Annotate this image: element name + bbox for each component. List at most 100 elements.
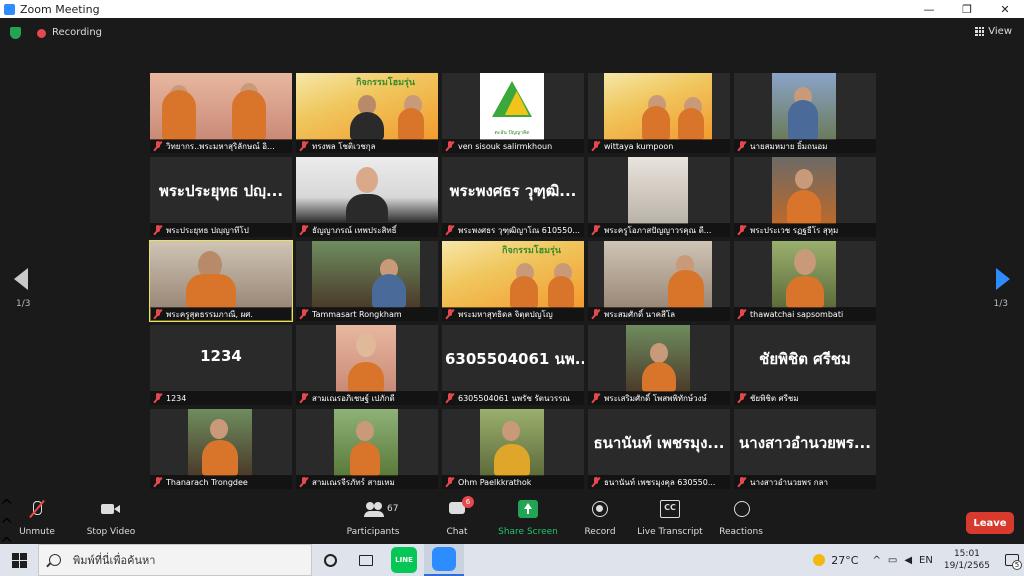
- participant-tile[interactable]: Ohm Paelkkrathok: [442, 409, 584, 489]
- participant-display-name: ชัยพิชิต ศรีชม: [759, 350, 851, 368]
- zoom-app-button[interactable]: [424, 544, 464, 576]
- participant-tile[interactable]: ธัญญาภรณ์ เทพประสิทธิ์: [296, 157, 438, 237]
- participant-video: [296, 157, 438, 224]
- participant-tile[interactable]: 1234 1234: [150, 325, 292, 405]
- participant-tile[interactable]: ตะลัน ปัญญาคิด ven sisouk salirmkhoun: [442, 73, 584, 153]
- close-button[interactable]: ✕: [986, 0, 1024, 18]
- leave-button[interactable]: Leave: [966, 512, 1014, 534]
- record-icon: [590, 500, 610, 518]
- muted-mic-icon: [153, 393, 163, 403]
- active-speaker-tile[interactable]: พระครูสุตธรรมภาณี, ผศ.: [149, 240, 293, 322]
- muted-mic-icon: [153, 309, 163, 319]
- reactions-button[interactable]: Reactions: [706, 500, 776, 537]
- participant-tile[interactable]: พระเสริมศักดิ์ โพสพพิทักษ์วงษ์: [588, 325, 730, 405]
- record-label: Record: [584, 527, 616, 537]
- logo-graphic: [504, 91, 529, 115]
- participant-display-name: พระพงศธร วุฑฺฒิ...: [449, 182, 577, 200]
- taskbar-clock[interactable]: 15:01 19/1/2565: [944, 548, 990, 572]
- show-hidden-icons-chevron-icon[interactable]: ^: [872, 555, 880, 566]
- chat-unread-badge: 6: [462, 496, 474, 508]
- participant-display-name: พระประยุทธ ปญฺ...: [158, 182, 284, 200]
- participant-name: พระสมศักดิ์ นาคสีโล: [604, 309, 676, 319]
- volume-icon[interactable]: ◀: [904, 555, 912, 566]
- live-transcript-button[interactable]: CC Live Transcript: [635, 500, 705, 537]
- participant-tile[interactable]: นางสาวอำนวยพร... นางสาวอำนวยพร กลา: [734, 409, 876, 489]
- participant-video: [188, 409, 252, 476]
- participant-video: [150, 241, 292, 308]
- cortana-button[interactable]: [312, 544, 348, 576]
- participant-tile[interactable]: นายสมหมาย ยิ้มถนอม: [734, 73, 876, 153]
- participant-tile[interactable]: wittaya kumpoon: [588, 73, 730, 153]
- weather-temperature[interactable]: 27°C: [831, 554, 858, 567]
- participant-video: [772, 157, 836, 224]
- participant-name: Tammasart Rongkham: [312, 309, 402, 319]
- weather-sun-icon[interactable]: [813, 554, 826, 566]
- participant-tile[interactable]: พระพงศธร วุฑฺฒิ... พระพงศธร วุฑฺฒิญาโณ 6…: [442, 157, 584, 237]
- participant-name: พระมหาสุทธิดล จิตฺตปญโญ: [458, 309, 553, 319]
- poster-title: กิจกรรมโฮมรุ่น: [356, 78, 416, 88]
- task-view-button[interactable]: [348, 544, 384, 576]
- page-indicator-left: 1/3: [16, 299, 31, 309]
- participant-name: พระประยุทธ ปญฺญาทีโป: [166, 225, 249, 235]
- participant-name: พระครูสุตธรรมภาณี, ผศ.: [166, 309, 253, 319]
- share-screen-button[interactable]: Share Screen: [493, 500, 563, 537]
- view-button[interactable]: View: [975, 26, 1012, 37]
- muted-mic-icon: [445, 225, 455, 235]
- participant-tile[interactable]: วิทยากร..พระมหาสุริลักษณ์ อิ...: [150, 73, 292, 153]
- record-button[interactable]: Record: [565, 500, 635, 537]
- participant-name: นายสมหมาย ยิ้มถนอม: [750, 141, 828, 151]
- taskbar-search-input[interactable]: พิมพ์ที่นี่เพื่อค้นหา: [38, 544, 312, 576]
- next-page-arrow-icon[interactable]: [996, 268, 1010, 290]
- line-app-button[interactable]: LINE: [384, 544, 424, 576]
- language-indicator[interactable]: EN: [919, 555, 933, 566]
- windows-start-icon[interactable]: [0, 544, 38, 576]
- previous-page-arrow-icon[interactable]: [14, 268, 28, 290]
- participant-video: [334, 409, 398, 476]
- clock-date: 19/1/2565: [943, 561, 990, 571]
- muted-mic-icon: [737, 309, 747, 319]
- participant-tile[interactable]: กิจกรรมโฮมรุ่น พระมหาสุทธิดล จิตฺตปญโญ: [442, 241, 584, 321]
- participant-video: ตะลัน ปัญญาคิด: [480, 73, 544, 140]
- muted-mic-icon: [299, 309, 309, 319]
- window-titlebar: Zoom Meeting — ❐ ✕: [0, 0, 1024, 18]
- participant-tile[interactable]: Tammasart Rongkham: [296, 241, 438, 321]
- participant-tile[interactable]: thawatchai sapsombati: [734, 241, 876, 321]
- participant-name: พระเสริมศักดิ์ โพสพพิทักษ์วงษ์: [604, 393, 707, 403]
- system-tray: 27°C ^ ▭ ◀ EN 15:01 19/1/2565 5: [813, 544, 1024, 576]
- participant-tile[interactable]: กิจกรรมโฮมรุ่น ทรงพล โชติเวชกุล: [296, 73, 438, 153]
- chat-button[interactable]: 6 Chat: [422, 496, 492, 537]
- gallery-view: วิทยากร..พระมหาสุริลักษณ์ อิ... กิจกรรมโ…: [148, 72, 876, 492]
- participant-tile[interactable]: พระสมศักดิ์ นาคสีโล: [588, 241, 730, 321]
- participant-tile[interactable]: 6305504061 นพ... 6305504061 นพรัช รัตนวร…: [442, 325, 584, 405]
- network-icon[interactable]: ▭: [888, 555, 897, 566]
- grid-view-icon: [975, 27, 985, 36]
- security-shield-icon[interactable]: [10, 27, 21, 39]
- participant-display-name: ธนานันท์ เพชรมุง...: [593, 434, 725, 452]
- participant-name: วิทยากร..พระมหาสุริลักษณ์ อิ...: [166, 141, 275, 151]
- participant-tile[interactable]: ธนานันท์ เพชรมุง... ธนานันท์ เพชรมุงคุล …: [588, 409, 730, 489]
- meeting-topbar: Recording View: [0, 18, 1024, 48]
- muted-mic-icon: [153, 141, 163, 151]
- participant-tile[interactable]: พระประเวช รฏฐธีโร สุหุม: [734, 157, 876, 237]
- participant-tile[interactable]: พระประยุทธ ปญฺ... พระประยุทธ ปญฺญาทีโป: [150, 157, 292, 237]
- stop-video-button[interactable]: Stop Video: [76, 500, 146, 537]
- reactions-label: Reactions: [719, 527, 763, 537]
- action-center-button[interactable]: 5: [1000, 544, 1024, 576]
- participant-video: กิจกรรมโฮมรุ่น: [442, 241, 584, 308]
- participant-tile[interactable]: สามเณรอภิเชษฐ์ เปภักดี: [296, 325, 438, 405]
- share-screen-label: Share Screen: [498, 527, 558, 537]
- participants-button[interactable]: 67 Participants: [338, 500, 408, 537]
- participant-name: ven sisouk salirmkhoun: [458, 141, 553, 151]
- unmute-button[interactable]: Unmute: [2, 500, 72, 537]
- participant-tile[interactable]: สามเณรจีรภัทร์ สายเหม: [296, 409, 438, 489]
- participant-tile[interactable]: Thanarach Trongdee: [150, 409, 292, 489]
- logo-caption: ตะลัน ปัญญาคิด: [494, 130, 530, 136]
- participant-video: กิจกรรมโฮมรุ่น: [296, 73, 438, 140]
- participant-tile[interactable]: พระครูโอภาสปัญญาวรคุณ ดี...: [588, 157, 730, 237]
- minimize-button[interactable]: —: [910, 0, 948, 18]
- participant-name: สามเณรจีรภัทร์ สายเหม: [312, 477, 395, 487]
- restore-button[interactable]: ❐: [948, 0, 986, 18]
- participant-tile[interactable]: ชัยพิชิต ศรีชม ชัยพิชิต ศรีชม: [734, 325, 876, 405]
- recording-label[interactable]: Recording: [52, 27, 102, 38]
- smiley-reaction-icon: [731, 500, 751, 518]
